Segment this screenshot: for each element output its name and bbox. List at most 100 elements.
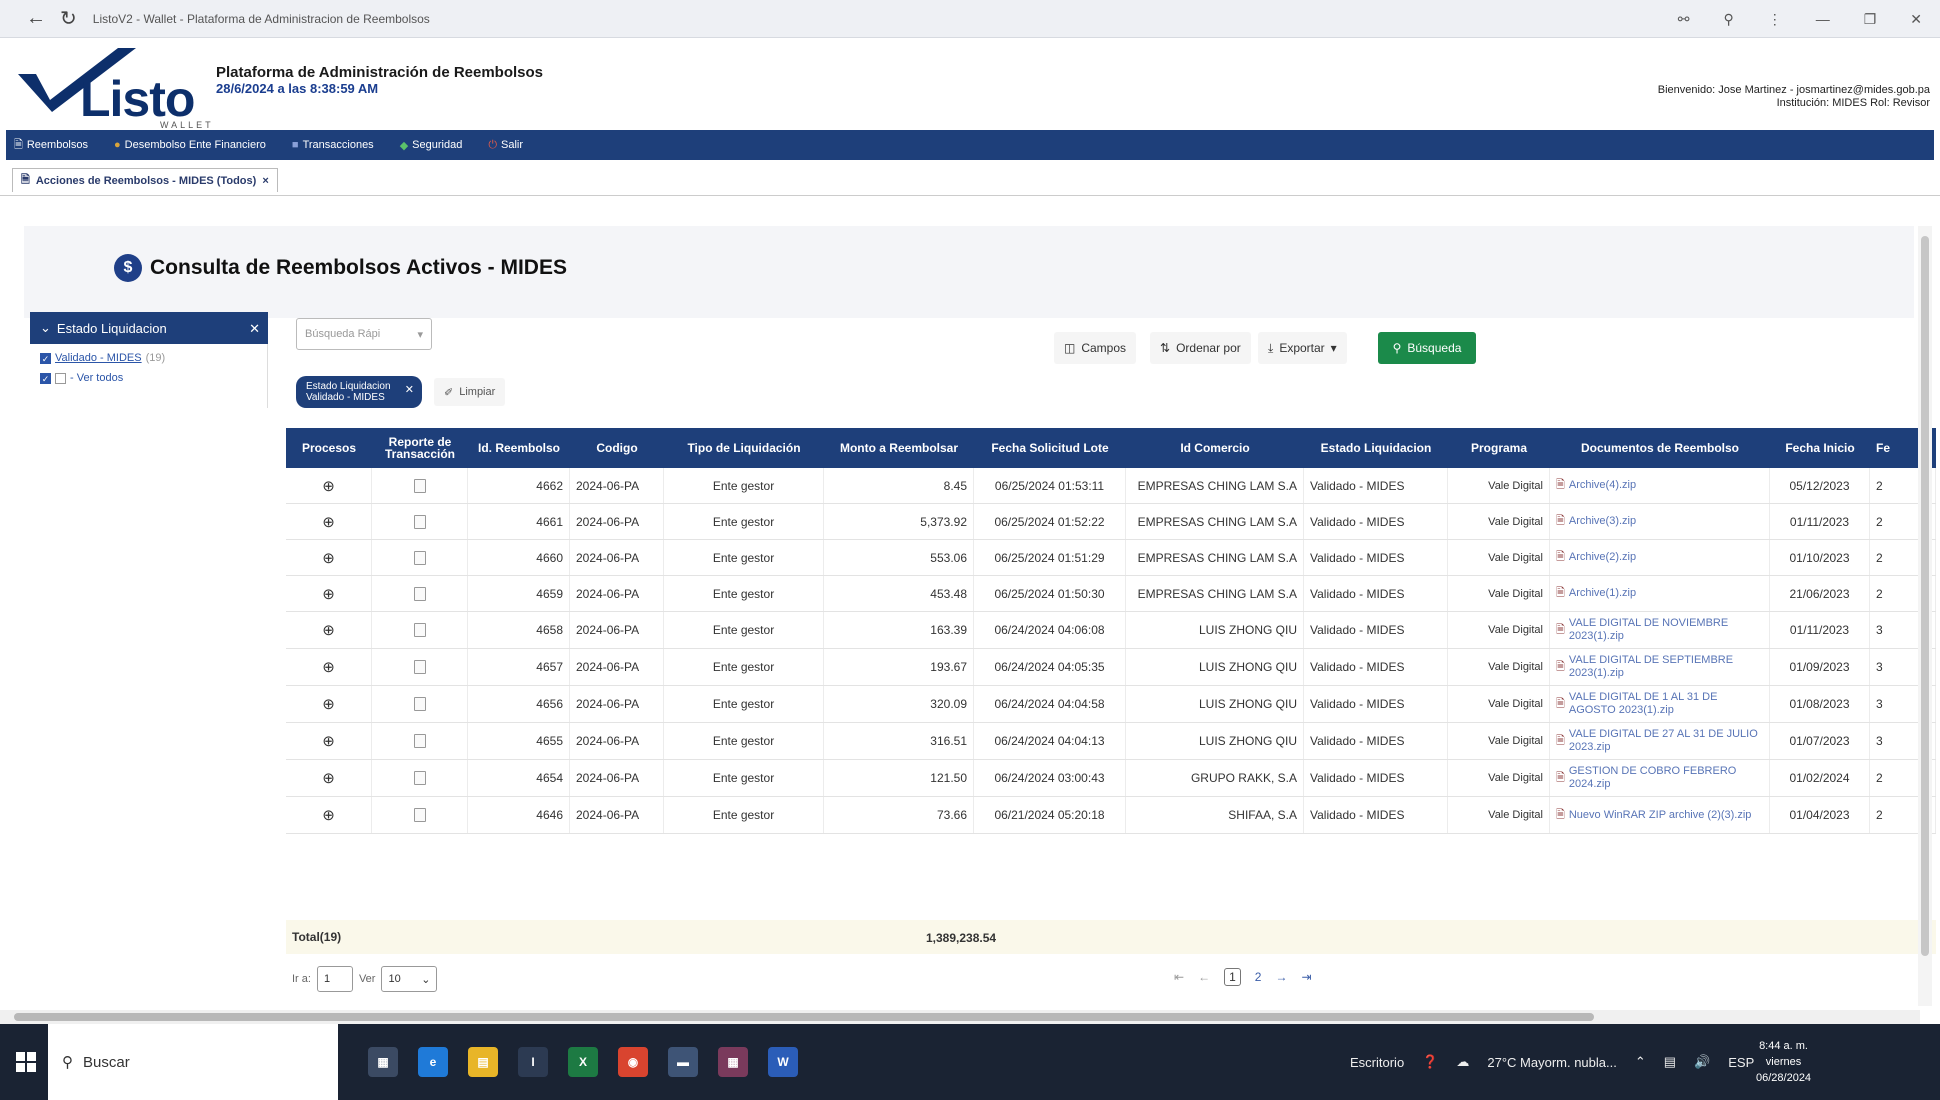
zoom-icon[interactable]: ⚲ — [1723, 11, 1733, 28]
table-row[interactable]: ⊕ 4656 2024-06-PA Ente gestor 320.09 06/… — [286, 686, 1936, 723]
weather-text[interactable]: 27°C Mayorm. nubla... — [1487, 1055, 1616, 1070]
filter-option-ver-todos[interactable]: ✓ - Ver todos — [40, 372, 267, 384]
plus-circle-icon[interactable]: ⊕ — [322, 477, 335, 495]
checkbox-checked[interactable]: ✓ — [40, 372, 51, 384]
ordenar-button[interactable]: ⇅ Ordenar por — [1150, 332, 1251, 364]
table-row[interactable]: ⊕ 4658 2024-06-PA Ente gestor 163.39 06/… — [286, 612, 1936, 649]
report-file-icon[interactable] — [413, 623, 426, 637]
document-link[interactable]: 🗎 Nuevo WinRAR ZIP archive (2)(3).zip — [1550, 797, 1770, 833]
volume-icon[interactable]: 🔊 — [1694, 1054, 1710, 1070]
report-file-icon[interactable] — [413, 808, 426, 822]
help-icon[interactable]: ❓ — [1422, 1054, 1438, 1070]
col-monto[interactable]: Monto a Reembolsar — [824, 428, 974, 468]
word-icon[interactable]: W — [768, 1047, 798, 1077]
report-file-icon[interactable] — [413, 697, 426, 711]
file-explorer-icon[interactable]: ▤ — [468, 1047, 498, 1077]
plus-circle-icon[interactable]: ⊕ — [322, 549, 335, 567]
menu-item-transacciones[interactable]: ■ Transacciones — [284, 130, 392, 160]
report-file-icon[interactable] — [413, 514, 426, 529]
document-link[interactable]: 🗎 Archive(2).zip — [1550, 540, 1770, 575]
col-codigo[interactable]: Codigo — [570, 428, 664, 468]
menu-item-desembolso[interactable]: ● Desembolso Ente Financiero — [106, 130, 284, 160]
filter-option-validado[interactable]: ✓ Validado - MIDES (19) — [40, 352, 267, 364]
scroll-thumb[interactable] — [14, 1013, 1594, 1021]
table-row[interactable]: ⊕ 4654 2024-06-PA Ente gestor 121.50 06/… — [286, 760, 1936, 797]
menu-item-reembolsos[interactable]: 🗎 Reembolsos — [6, 130, 106, 160]
document-link[interactable]: 🗎 VALE DIGITAL DE NOVIEMBRE 2023(1).zip — [1550, 612, 1770, 648]
col-programa[interactable]: Programa — [1448, 428, 1550, 468]
restore-icon[interactable]: ❐ — [1864, 11, 1877, 28]
desktop-button[interactable]: Escritorio — [1350, 1055, 1404, 1070]
plus-circle-icon[interactable]: ⊕ — [322, 658, 335, 676]
first-page-icon[interactable]: ⇤ — [1174, 970, 1184, 984]
page-size-select[interactable]: 10 ⌄ — [381, 966, 438, 992]
checkbox-empty[interactable] — [55, 372, 66, 384]
document-link[interactable]: 🗎 Archive(4).zip — [1550, 468, 1770, 503]
horizontal-scrollbar[interactable] — [0, 1010, 1920, 1024]
next-page-icon[interactable]: → — [1275, 970, 1287, 984]
report-file-icon[interactable] — [413, 771, 426, 785]
app-icon[interactable]: I — [518, 1047, 548, 1077]
col-comercio[interactable]: Id Comercio — [1126, 428, 1304, 468]
limpiar-button[interactable]: ✐ Limpiar — [434, 378, 506, 406]
task-view-icon[interactable]: ▦ — [368, 1047, 398, 1077]
active-filter-chip[interactable]: Estado Liquidacion Validado - MIDES ✕ — [296, 376, 422, 408]
chevron-up-icon[interactable]: ⌃ — [1635, 1054, 1646, 1070]
page-2[interactable]: 2 — [1255, 970, 1262, 984]
excel-icon[interactable]: X — [568, 1047, 598, 1077]
scroll-thumb[interactable] — [1921, 236, 1929, 956]
col-inicio[interactable]: Fecha Inicio — [1770, 428, 1870, 468]
more-icon[interactable]: ⋮ — [1768, 11, 1782, 28]
col-documentos[interactable]: Documentos de Reembolso — [1550, 428, 1770, 468]
filter-header[interactable]: ⌄ Estado Liquidacion ✕ — [30, 312, 268, 344]
edge-icon[interactable]: e — [418, 1047, 448, 1077]
table-row[interactable]: ⊕ 4646 2024-06-PA Ente gestor 73.66 06/2… — [286, 797, 1936, 834]
col-procesos[interactable]: Procesos — [286, 428, 372, 468]
plus-circle-icon[interactable]: ⊕ — [322, 695, 335, 713]
taskbar-clock[interactable]: 8:44 a. m. viernes 06/28/2024 — [1756, 1038, 1811, 1086]
plus-circle-icon[interactable]: ⊕ — [322, 585, 335, 603]
table-row[interactable]: ⊕ 4655 2024-06-PA Ente gestor 316.51 06/… — [286, 723, 1936, 760]
table-row[interactable]: ⊕ 4662 2024-06-PA Ente gestor 8.45 06/25… — [286, 468, 1936, 504]
document-link[interactable]: 🗎 Archive(3).zip — [1550, 504, 1770, 539]
goto-page-input[interactable]: 1 — [316, 966, 353, 992]
document-link[interactable]: 🗎 GESTION DE COBRO FEBRERO 2024.zip — [1550, 760, 1770, 796]
plus-circle-icon[interactable]: ⊕ — [322, 769, 335, 787]
col-reporte[interactable]: Reporte de Transacción — [372, 428, 468, 468]
plus-circle-icon[interactable]: ⊕ — [322, 621, 335, 639]
table-row[interactable]: ⊕ 4660 2024-06-PA Ente gestor 553.06 06/… — [286, 540, 1936, 576]
document-link[interactable]: 🗎 VALE DIGITAL DE 1 AL 31 DE AGOSTO 2023(… — [1550, 686, 1770, 722]
back-icon[interactable]: ← — [26, 7, 46, 30]
chrome-icon[interactable]: ◉ — [618, 1047, 648, 1077]
report-file-icon[interactable] — [413, 478, 426, 493]
campos-button[interactable]: ◫ Campos — [1054, 332, 1137, 364]
language-indicator[interactable]: ESP — [1728, 1055, 1754, 1070]
last-page-icon[interactable]: ⇥ — [1301, 970, 1311, 984]
app-icon[interactable]: ▬ — [668, 1047, 698, 1077]
document-link[interactable]: 🗎 VALE DIGITAL DE SEPTIEMBRE 2023(1).zip — [1550, 649, 1770, 685]
taskbar-search[interactable]: ⚲ Buscar — [48, 1024, 338, 1100]
table-row[interactable]: ⊕ 4657 2024-06-PA Ente gestor 193.67 06/… — [286, 649, 1936, 686]
col-tipo[interactable]: Tipo de Liquidación — [664, 428, 824, 468]
refresh-icon[interactable]: ↻ — [60, 6, 77, 31]
vertical-scrollbar[interactable] — [1918, 226, 1932, 1006]
network-icon[interactable]: ▤ — [1664, 1054, 1676, 1070]
document-link[interactable]: 🗎 Archive(1).zip — [1550, 576, 1770, 611]
table-row[interactable]: ⊕ 4659 2024-06-PA Ente gestor 453.48 06/… — [286, 576, 1936, 612]
tab-close-icon[interactable]: × — [262, 175, 268, 187]
key-icon[interactable]: ⚯ — [1678, 11, 1690, 28]
document-link[interactable]: 🗎 VALE DIGITAL DE 27 AL 31 DE JULIO 2023.… — [1550, 723, 1770, 759]
plus-circle-icon[interactable]: ⊕ — [322, 732, 335, 750]
report-file-icon[interactable] — [413, 586, 426, 601]
plus-circle-icon[interactable]: ⊕ — [322, 806, 335, 824]
quick-search-input[interactable]: Búsqueda Rápi ▾ — [296, 318, 432, 350]
chip-close-icon[interactable]: ✕ — [405, 385, 414, 396]
report-file-icon[interactable] — [413, 734, 426, 748]
windows-start-icon[interactable] — [6, 1042, 46, 1082]
exportar-button[interactable]: ⤓ Exportar ▾ — [1258, 332, 1347, 364]
col-estado[interactable]: Estado Liquidacion — [1304, 428, 1448, 468]
close-icon[interactable]: ✕ — [1910, 11, 1922, 28]
checkbox-checked[interactable]: ✓ — [40, 352, 51, 364]
report-file-icon[interactable] — [413, 550, 426, 565]
close-icon[interactable]: ✕ — [249, 321, 260, 337]
